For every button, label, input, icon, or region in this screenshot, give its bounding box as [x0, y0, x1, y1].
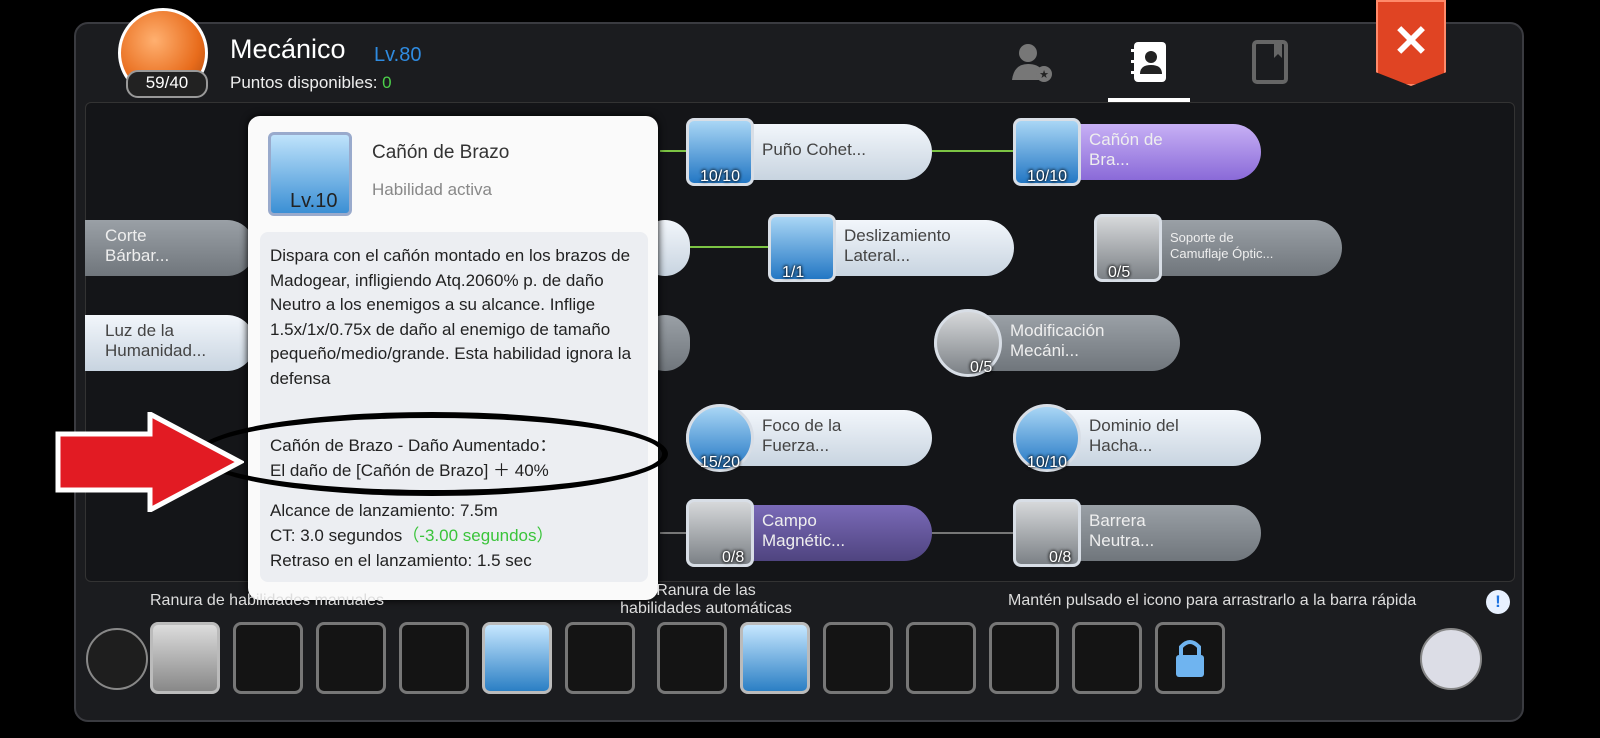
tooltip-skill-name: Cañón de Brazo	[372, 142, 510, 163]
skill-count: 10/10	[1027, 168, 1068, 185]
skill-name: Dominio del Hacha...	[1089, 416, 1179, 455]
skill-count: 0/8	[1049, 549, 1072, 566]
cooldown-text: CT: 3.0 segundos	[270, 526, 403, 545]
svg-text:★: ★	[1039, 69, 1049, 81]
book-icon[interactable]	[1248, 40, 1292, 84]
cat-avatar-icon[interactable]	[86, 628, 148, 690]
available-points: Puntos disponibles: 0	[230, 73, 392, 93]
class-name: Mecánico	[230, 34, 346, 64]
skill-name: Foco de la Fuerza...	[762, 416, 842, 455]
auto-slot[interactable]	[740, 622, 810, 694]
skill-node[interactable]: Luz de la Humanidad...	[85, 315, 255, 371]
skill-name: Corte Bárbar...	[105, 226, 170, 265]
drag-hint: Mantén pulsado el icono para arrastrarlo…	[1008, 592, 1417, 609]
points-label: Puntos disponibles:	[230, 73, 383, 92]
auto-slot-label: Ranura de las habilidades automáticas	[606, 582, 806, 618]
locked-slot[interactable]	[1155, 622, 1225, 694]
connector	[688, 246, 768, 248]
close-button[interactable]: ✕	[1376, 0, 1446, 86]
skill-node[interactable]: Barrera Neutra... 0/8	[1013, 499, 1261, 567]
contact-book-icon[interactable]	[1128, 40, 1172, 84]
cooldown-bonus: （-3.00 segundos）	[402, 526, 554, 545]
skill-node[interactable]: Campo Magnétic... 0/8	[686, 499, 932, 567]
info-icon[interactable]: !	[1486, 590, 1510, 614]
skill-node[interactable]: Puño Cohet... 10/10	[686, 118, 932, 186]
manual-slot[interactable]	[399, 622, 469, 694]
auto-slot[interactable]	[657, 622, 727, 694]
skill-name: Deslizamiento Lateral...	[844, 226, 951, 265]
skill-count: 10/10	[1027, 454, 1068, 471]
skill-node[interactable]: Dominio del Hacha... 10/10	[1013, 404, 1261, 472]
avatar-count: 59/40	[126, 70, 208, 98]
manual-slot[interactable]	[233, 622, 303, 694]
skill-count: 15/20	[700, 454, 741, 471]
auto-slot[interactable]	[1072, 622, 1142, 694]
manual-slot[interactable]	[316, 622, 386, 694]
user-star-icon[interactable]: ★	[1010, 40, 1054, 84]
connector	[932, 532, 1014, 534]
skill-name: Barrera Neutra...	[1089, 511, 1155, 550]
red-arrow-icon	[55, 412, 244, 512]
skill-count: 0/5	[1108, 264, 1131, 281]
skill-node[interactable]: Soporte de Camuflaje Óptic... 0/5	[1094, 214, 1342, 282]
stat-range: Alcance de lanzamiento: 7.5m	[270, 501, 498, 520]
auto-slot-label-2: habilidades automáticas	[620, 600, 792, 617]
skill-name: Puño Cohet...	[762, 140, 866, 159]
skill-name: Campo Magnétic...	[762, 511, 846, 550]
auto-slot-label-1: Ranura de las	[656, 582, 756, 599]
stat-cooldown: CT: 3.0 segundos（-3.00 segundos）	[270, 523, 554, 548]
auto-slot[interactable]	[906, 622, 976, 694]
skill-count: 0/8	[722, 549, 745, 566]
close-icon: ✕	[1392, 17, 1430, 66]
skill-name: Soporte de Camuflaje Óptic...	[1170, 230, 1274, 261]
skill-node[interactable]: Corte Bárbar...	[85, 220, 255, 276]
auto-slot[interactable]	[823, 622, 893, 694]
tooltip-description: Dispara con el cañón montado en los braz…	[270, 246, 632, 388]
tooltip-skill-type: Habilidad activa	[372, 180, 493, 199]
manual-slot[interactable]	[565, 622, 635, 694]
skill-count: 1/1	[782, 264, 805, 281]
highlight-ellipse	[196, 412, 668, 496]
manual-slot-label: Ranura de habilidades manuales	[150, 592, 384, 609]
lock-icon	[1176, 640, 1204, 677]
tooltip-stats: Alcance de lanzamiento: 7.5m CT: 3.0 seg…	[270, 498, 554, 573]
skill-node[interactable]: Cañón de Bra... 10/10	[1013, 118, 1261, 186]
points-value: 0	[382, 73, 392, 92]
skill-node[interactable]: Deslizamiento Lateral... 1/1	[768, 214, 1014, 282]
skill-count: 0/5	[970, 359, 993, 376]
cat-face-icon[interactable]	[1420, 628, 1482, 690]
connector	[932, 150, 1014, 152]
skill-count: 10/10	[700, 168, 741, 185]
skill-name: Luz de la Humanidad...	[105, 321, 207, 360]
stat-cast-delay: Retraso en el lanzamiento: 1.5 sec	[270, 551, 532, 570]
skill-name: Cañón de Bra...	[1089, 130, 1163, 169]
skill-node[interactable]: Foco de la Fuerza... 15/20	[686, 404, 932, 472]
manual-slot[interactable]	[482, 622, 552, 694]
class-level: Lv.80	[374, 44, 422, 66]
tooltip-level: Lv.10	[290, 190, 338, 212]
auto-slot[interactable]	[989, 622, 1059, 694]
skill-name: Modificación Mecáni...	[1010, 321, 1105, 360]
manual-slot[interactable]	[150, 622, 220, 694]
skill-node[interactable]: Modificación Mecáni... 0/5	[934, 309, 1180, 377]
